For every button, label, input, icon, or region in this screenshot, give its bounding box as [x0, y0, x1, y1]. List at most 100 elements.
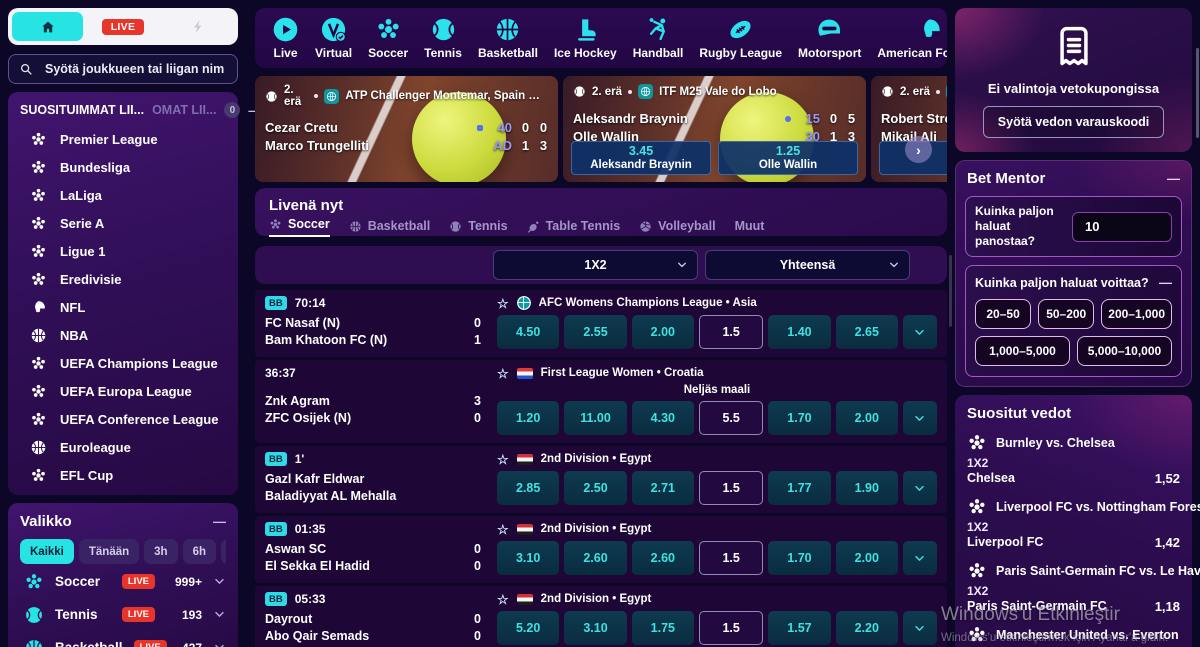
sidebar-item-laliga[interactable]: LaLiga	[20, 181, 226, 209]
stake-input[interactable]	[1072, 212, 1172, 242]
odds-button-over[interactable]: 1.77	[768, 471, 830, 505]
chevron-down-icon[interactable]	[213, 641, 226, 647]
expand-markets-button[interactable]	[903, 541, 937, 575]
odds-button-under[interactable]: 2.00	[836, 401, 898, 435]
total-line-button[interactable]: 1.5	[699, 315, 763, 349]
tab-volleyball[interactable]: Volleyball	[639, 219, 715, 237]
nav-ice-hockey[interactable]: Ice Hockey	[551, 16, 620, 60]
tab-tennis[interactable]: Tennis	[449, 219, 507, 237]
sidebar-item-serie-a[interactable]: Serie A	[20, 209, 226, 237]
league-name[interactable]: First League Women • Croatia	[541, 367, 704, 379]
odds-button-away[interactable]: 2.71	[632, 471, 694, 505]
favorite-star-icon[interactable]: ☆	[497, 523, 509, 536]
sidebar-item-efl-cup[interactable]: EFL Cup	[20, 461, 226, 489]
tab-table-tennis[interactable]: Table Tennis	[527, 219, 621, 237]
live-match-card[interactable]: 2. erä Robert Stromba Mikail Ali Robert …	[871, 76, 947, 182]
sidebar-item-uefa-europa-league[interactable]: UEFA Europa League	[20, 377, 226, 405]
odds-button-draw[interactable]: 11.00	[564, 401, 626, 435]
market-select-total[interactable]: Yhteensä	[705, 250, 910, 280]
favorite-star-icon[interactable]: ☆	[497, 367, 509, 380]
filter-3h[interactable]: 3h	[144, 539, 177, 564]
league-name[interactable]: 2nd Division • Egypt	[541, 523, 652, 535]
search-box[interactable]	[8, 54, 238, 84]
odds-button-away[interactable]: 2.00	[632, 315, 694, 349]
nav-virtual[interactable]: Virtual	[312, 16, 355, 60]
nav-live[interactable]: Live	[269, 16, 302, 60]
search-input[interactable]	[43, 61, 227, 77]
odds-button-under[interactable]: 2.20	[836, 611, 898, 645]
tab-popular-leagues[interactable]: SUOSITUIMMAT LII...	[20, 103, 144, 117]
page-scrollbar[interactable]	[1196, 48, 1199, 138]
sidebar-item-eredivisie[interactable]: Eredivisie	[20, 265, 226, 293]
sidebar-item-nfl[interactable]: NFL	[20, 293, 226, 321]
expand-markets-button[interactable]	[903, 611, 937, 645]
sidebar-item-nba[interactable]: NBA	[20, 321, 226, 349]
carousel-next-button[interactable]: ›	[905, 136, 932, 163]
odds-button[interactable]: 1.25Olle Wallin	[718, 141, 858, 175]
odds-button-draw[interactable]: 2.60	[564, 541, 626, 575]
match-teams[interactable]: Gazl Kafr EldwarBaladiyyat AL Mehalla	[265, 471, 497, 505]
favorite-star-icon[interactable]: ☆	[497, 453, 509, 466]
nav-tennis[interactable]: Tennis	[421, 16, 465, 60]
league-name[interactable]: AFC Womens Champions League • Asia	[539, 297, 757, 309]
tab-muut[interactable]: Muut	[735, 219, 765, 237]
match-teams[interactable]: FC Nasaf (N)Bam Khatoon FC (N) 01	[265, 315, 497, 349]
chevron-down-icon[interactable]	[213, 575, 226, 588]
odds-button-home[interactable]: 3.10	[497, 541, 559, 575]
favorite-star-icon[interactable]: ☆	[497, 297, 509, 310]
filter-kaikki[interactable]: Kaikki	[20, 539, 74, 564]
odds-button-over[interactable]: 1.70	[768, 541, 830, 575]
odds-button-away[interactable]: 1.75	[632, 611, 694, 645]
match-teams[interactable]: Znk AgramZFC Osijek (N) 30	[265, 385, 497, 435]
league-name[interactable]: 2nd Division • Egypt	[541, 453, 652, 465]
odds-button-home[interactable]: 4.50	[497, 315, 559, 349]
odds-button[interactable]: 3.45Aleksandr Braynin	[571, 141, 711, 175]
total-line-button[interactable]: 5.5	[699, 401, 763, 435]
range-chip[interactable]: 5,000–10,000	[1077, 336, 1172, 366]
odds-button-away[interactable]: 4.30	[632, 401, 694, 435]
odds-button-home[interactable]: 5.20	[497, 611, 559, 645]
range-chip[interactable]: 1,000–5,000	[975, 336, 1070, 366]
sidebar-item-euroleague[interactable]: Euroleague	[20, 433, 226, 461]
collapse-icon[interactable]: —	[1167, 171, 1180, 186]
expand-markets-button[interactable]	[903, 471, 937, 505]
sidebar-item-bundesliga[interactable]: Bundesliga	[20, 153, 226, 181]
favorite-star-icon[interactable]: ☆	[497, 593, 509, 606]
match-teams[interactable]: DayroutAbo Qair Semads 00	[265, 611, 497, 645]
chevron-down-icon[interactable]	[213, 608, 226, 621]
odds-button-away[interactable]: 2.60	[632, 541, 694, 575]
total-line-button[interactable]: 1.5	[699, 611, 763, 645]
odds-button-draw[interactable]: 2.50	[564, 471, 626, 505]
nav-soccer[interactable]: Soccer	[365, 16, 411, 60]
live-match-card[interactable]: 2. erä ATP Challenger Montemar, Spain Me…	[255, 76, 558, 182]
tab-own-leagues[interactable]: OMAT LII...	[152, 103, 216, 117]
live-tab[interactable]: LIVE	[87, 12, 158, 41]
quick-tab[interactable]	[163, 12, 234, 41]
filter-24h[interactable]: 24h	[221, 539, 226, 564]
odds-button-over[interactable]: 1.40	[768, 315, 830, 349]
home-tab[interactable]	[12, 12, 83, 41]
match-teams[interactable]: Aswan SCEl Sekka El Hadid 00	[265, 541, 497, 575]
odds-button-under[interactable]: 2.65	[836, 315, 898, 349]
odds-button-under[interactable]: 2.00	[836, 541, 898, 575]
odds-button-home[interactable]: 2.85	[497, 471, 559, 505]
total-line-button[interactable]: 1.5	[699, 471, 763, 505]
sidebar-item-uefa-champions-league[interactable]: UEFA Champions League	[20, 349, 226, 377]
menu-sport-tennis[interactable]: Tennis LIVE 193	[20, 599, 226, 630]
sidebar-item-premier-league[interactable]: Premier League	[20, 125, 226, 153]
collapse-icon[interactable]: —	[213, 514, 226, 529]
menu-sport-basketball[interactable]: Basketball LIVE 427	[20, 632, 226, 647]
nav-handball[interactable]: Handball	[630, 16, 687, 60]
total-line-button[interactable]: 1.5	[699, 541, 763, 575]
odds-button-draw[interactable]: 3.10	[564, 611, 626, 645]
popular-bet-item[interactable]: Liverpool FC vs. Nottingham Forest 1X2 L…	[967, 497, 1180, 550]
range-chip[interactable]: 200–1,000	[1101, 299, 1172, 329]
odds-button-over[interactable]: 1.57	[768, 611, 830, 645]
booking-code-button[interactable]: Syötä vedon varauskoodi	[983, 106, 1164, 138]
nav-american-football[interactable]: American Football	[874, 16, 947, 60]
expand-markets-button[interactable]	[903, 315, 937, 349]
odds-button-home[interactable]: 1.20	[497, 401, 559, 435]
range-chip[interactable]: 20–50	[975, 299, 1031, 329]
content-scrollbar[interactable]	[949, 255, 952, 327]
league-name[interactable]: 2nd Division • Egypt	[541, 593, 652, 605]
